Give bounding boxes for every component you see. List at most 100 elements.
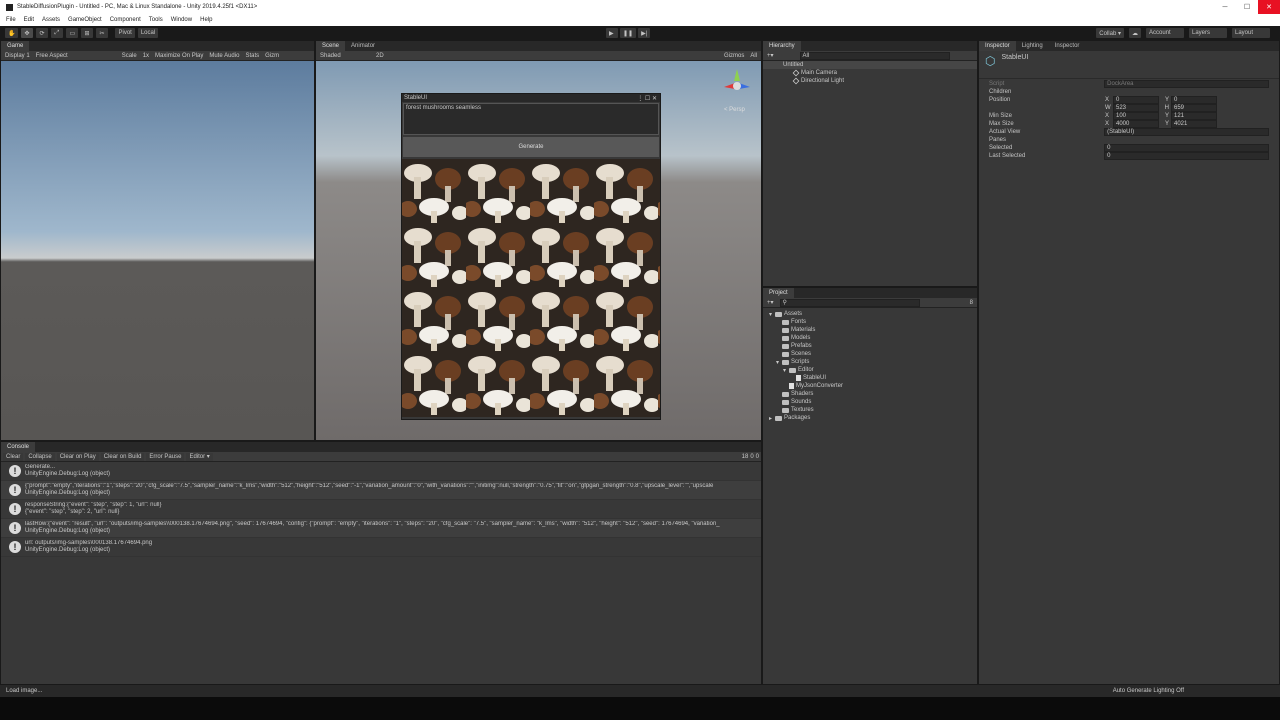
menu-file[interactable]: File [6, 17, 16, 23]
local-toggle[interactable]: Local [137, 28, 159, 38]
console-button-clear[interactable]: Clear [3, 452, 24, 461]
project-item[interactable]: Shaders [763, 390, 977, 398]
account-dropdown[interactable]: Account [1146, 28, 1184, 38]
pivot-toggle[interactable]: Pivot [115, 28, 135, 38]
hierarchy-item[interactable]: Main Camera [763, 69, 977, 77]
info-count[interactable]: 18 [742, 454, 749, 460]
prompt-input[interactable]: forest mushrooms seamless [403, 103, 659, 135]
max-y[interactable]: 4021 [1171, 120, 1217, 128]
maximize-on-play-toggle[interactable]: Maximize On Play [155, 53, 203, 59]
scale-value[interactable]: 1x [143, 53, 149, 59]
project-item[interactable]: ▾ Editor [763, 366, 977, 374]
project-item[interactable]: Prefabs [763, 342, 977, 350]
window-close-icon[interactable]: ⋮ ☐ ✕ [637, 95, 660, 102]
position-h[interactable]: 659 [1171, 104, 1217, 112]
gizmos-toggle[interactable]: Gizm [265, 53, 279, 59]
tab-inspector-2[interactable]: Inspector [1049, 41, 1086, 51]
log-entry[interactable]: ! lastRow:{"event": "result", "url": "out… [1, 519, 761, 538]
tab-console[interactable]: Console [1, 442, 36, 452]
minimize-button[interactable]: ─ [1214, 0, 1236, 14]
selected-field[interactable]: 0 [1104, 144, 1269, 152]
layout-dropdown[interactable]: Layout [1232, 28, 1270, 38]
hand-tool[interactable]: ✋ [5, 28, 19, 38]
custom-tool[interactable]: ✂ [96, 28, 109, 38]
menu-window[interactable]: Window [171, 17, 192, 23]
log-entry[interactable]: ! Generate... UnityEngine.Debug:Log (objec… [1, 462, 761, 481]
tab-animator[interactable]: Animator [345, 41, 381, 51]
layers-dropdown[interactable]: Layers [1189, 28, 1227, 38]
project-item[interactable]: ▾ Scripts [763, 358, 977, 366]
children-foldout[interactable]: Children [989, 89, 1011, 95]
rect-tool[interactable]: ▭ [66, 28, 79, 38]
project-item[interactable]: ▾ Assets [763, 310, 977, 318]
position-y[interactable]: 0 [1171, 96, 1217, 104]
gizmos-dropdown[interactable]: Gizmos [724, 53, 744, 59]
project-item[interactable]: StableUI [763, 374, 977, 382]
project-item[interactable]: Scenes [763, 350, 977, 358]
menu-tools[interactable]: Tools [149, 17, 163, 23]
scene-gizmo-icon[interactable] [720, 67, 754, 101]
collab-dropdown[interactable]: Collab ▾ [1096, 28, 1124, 38]
shading-dropdown[interactable]: Shaded [320, 53, 370, 59]
tab-project[interactable]: Project [763, 288, 794, 298]
hierarchy-item[interactable]: Directional Light [763, 77, 977, 85]
min-x[interactable]: 100 [1113, 112, 1159, 120]
console-button-clear-on-play[interactable]: Clear on Play [56, 452, 99, 461]
project-item[interactable]: Models [763, 334, 977, 342]
cloud-icon[interactable]: ☁ [1129, 28, 1141, 38]
warn-count[interactable]: 0 [750, 454, 753, 460]
position-x[interactable]: 0 [1113, 96, 1159, 104]
max-x[interactable]: 4000 [1113, 120, 1159, 128]
menu-edit[interactable]: Edit [24, 17, 34, 23]
hierarchy-search[interactable]: All [799, 51, 950, 60]
2d-toggle[interactable]: 2D [376, 53, 384, 59]
add-button[interactable]: +▾ [767, 299, 774, 306]
project-search[interactable]: ⚲ [779, 298, 920, 307]
console-button-error-pause[interactable]: Error Pause [146, 452, 185, 461]
error-count[interactable]: 0 [756, 454, 759, 460]
log-entry[interactable]: ! url: outputs/img-samples\000138.1767469… [1, 538, 761, 557]
last-selected-field[interactable]: 0 [1104, 152, 1269, 160]
project-item[interactable]: ▸ Packages [763, 414, 977, 422]
close-button[interactable]: ✕ [1258, 0, 1280, 14]
step-button[interactable]: ▶| [638, 28, 651, 38]
display-dropdown[interactable]: Display 1 [5, 53, 30, 59]
min-y[interactable]: 121 [1171, 112, 1217, 120]
console-button-clear-on-build[interactable]: Clear on Build [100, 452, 145, 461]
scene-search[interactable]: All [750, 53, 757, 59]
game-view[interactable] [1, 61, 314, 440]
project-item[interactable]: Fonts [763, 318, 977, 326]
rotate-tool[interactable]: ⟳ [36, 28, 49, 38]
tab-game[interactable]: Game [1, 41, 30, 51]
menu-help[interactable]: Help [200, 17, 212, 23]
scene-root[interactable]: Untitled [763, 61, 977, 69]
stats-toggle[interactable]: Stats [245, 53, 259, 59]
log-entry[interactable]: ! {"prompt":"empty","iterations":"1","ste… [1, 481, 761, 500]
project-item[interactable]: Materials [763, 326, 977, 334]
menu-component[interactable]: Component [110, 17, 141, 23]
persp-label[interactable]: < Persp [724, 107, 745, 113]
transform-tool[interactable]: ⊞ [81, 28, 94, 38]
move-tool[interactable]: ✥ [21, 28, 34, 38]
menu-gameobject[interactable]: GameObject [68, 17, 102, 23]
position-w[interactable]: 523 [1113, 104, 1159, 112]
aspect-dropdown[interactable]: Free Aspect [36, 53, 116, 59]
console-button-editor-[interactable]: Editor ▾ [186, 452, 213, 461]
tab-lighting[interactable]: Lighting [1016, 41, 1049, 51]
console-button-collapse[interactable]: Collapse [25, 452, 55, 461]
scale-tool[interactable]: ⤢ [51, 28, 64, 38]
tab-hierarchy[interactable]: Hierarchy [763, 41, 801, 51]
menu-assets[interactable]: Assets [42, 17, 60, 23]
generate-button[interactable]: Generate [403, 137, 659, 157]
project-item[interactable]: Sounds [763, 398, 977, 406]
play-button[interactable]: ▶ [606, 28, 618, 38]
project-item[interactable]: MyJsonConverter [763, 382, 977, 390]
add-button[interactable]: +▾ [767, 52, 774, 59]
mute-audio-toggle[interactable]: Mute Audio [209, 53, 239, 59]
log-entry[interactable]: ! responseString:{"event": "step", "step"… [1, 500, 761, 519]
maximize-button[interactable]: ☐ [1236, 0, 1258, 14]
project-item[interactable]: Textures [763, 406, 977, 414]
actual-view-field[interactable]: (StableUI) [1104, 128, 1269, 136]
panes-foldout[interactable]: Panes [989, 137, 1006, 143]
tab-scene[interactable]: Scene [316, 41, 346, 51]
